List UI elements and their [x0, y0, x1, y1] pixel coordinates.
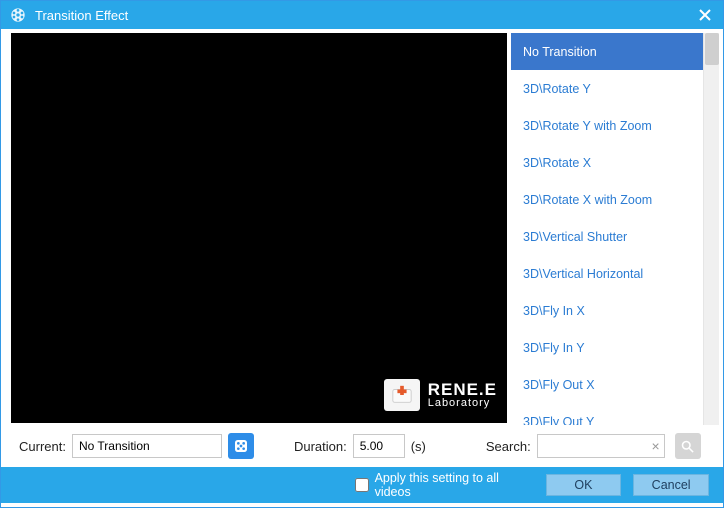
list-item[interactable]: 3D\Rotate Y with Zoom — [511, 107, 703, 144]
app-icon — [9, 6, 27, 24]
search-button[interactable] — [675, 433, 701, 459]
list-item[interactable]: 3D\Fly In X — [511, 292, 703, 329]
list-item[interactable]: 3D\Vertical Shutter — [511, 218, 703, 255]
title-bar: Transition Effect — [1, 1, 723, 29]
scroll-thumb[interactable] — [705, 33, 719, 65]
footer-bar: Apply this setting to all videos OK Canc… — [1, 467, 723, 503]
random-button[interactable] — [228, 433, 254, 459]
list-item[interactable]: 3D\Fly Out Y — [511, 403, 703, 425]
main-area: RENE.E Laboratory No Transition3D\Rotate… — [1, 29, 723, 425]
scrollbar[interactable] — [703, 33, 719, 425]
close-icon[interactable] — [695, 5, 715, 25]
current-label: Current: — [19, 439, 66, 454]
duration-unit: (s) — [411, 439, 426, 454]
clear-icon[interactable]: × — [652, 438, 660, 454]
search-label: Search: — [486, 439, 531, 454]
window-title: Transition Effect — [35, 8, 128, 23]
apply-all-label: Apply this setting to all videos — [375, 471, 534, 499]
list-item[interactable]: 3D\Fly In Y — [511, 329, 703, 366]
list-item[interactable]: 3D\Fly Out X — [511, 366, 703, 403]
list-item[interactable]: No Transition — [511, 33, 703, 70]
list-item[interactable]: 3D\Rotate X — [511, 144, 703, 181]
watermark-sub: Laboratory — [428, 398, 497, 409]
ok-button[interactable]: OK — [546, 474, 622, 496]
watermark: RENE.E Laboratory — [384, 379, 497, 411]
duration-label: Duration: — [294, 439, 347, 454]
cancel-button[interactable]: Cancel — [633, 474, 709, 496]
effect-list-wrap: No Transition3D\Rotate Y3D\Rotate Y with… — [511, 33, 719, 425]
search-input[interactable] — [537, 434, 665, 458]
list-item[interactable]: 3D\Rotate X with Zoom — [511, 181, 703, 218]
effect-list[interactable]: No Transition3D\Rotate Y3D\Rotate Y with… — [511, 33, 703, 425]
preview-pane: RENE.E Laboratory — [11, 33, 507, 423]
controls-row: Current: Duration: (s) Search: × — [1, 425, 723, 467]
list-item[interactable]: 3D\Rotate Y — [511, 70, 703, 107]
apply-all-checkbox[interactable] — [355, 478, 369, 492]
watermark-brand: RENE.E — [428, 381, 497, 398]
list-item[interactable]: 3D\Vertical Horizontal — [511, 255, 703, 292]
duration-input[interactable] — [353, 434, 405, 458]
watermark-box-icon — [384, 379, 420, 411]
current-input[interactable] — [72, 434, 222, 458]
